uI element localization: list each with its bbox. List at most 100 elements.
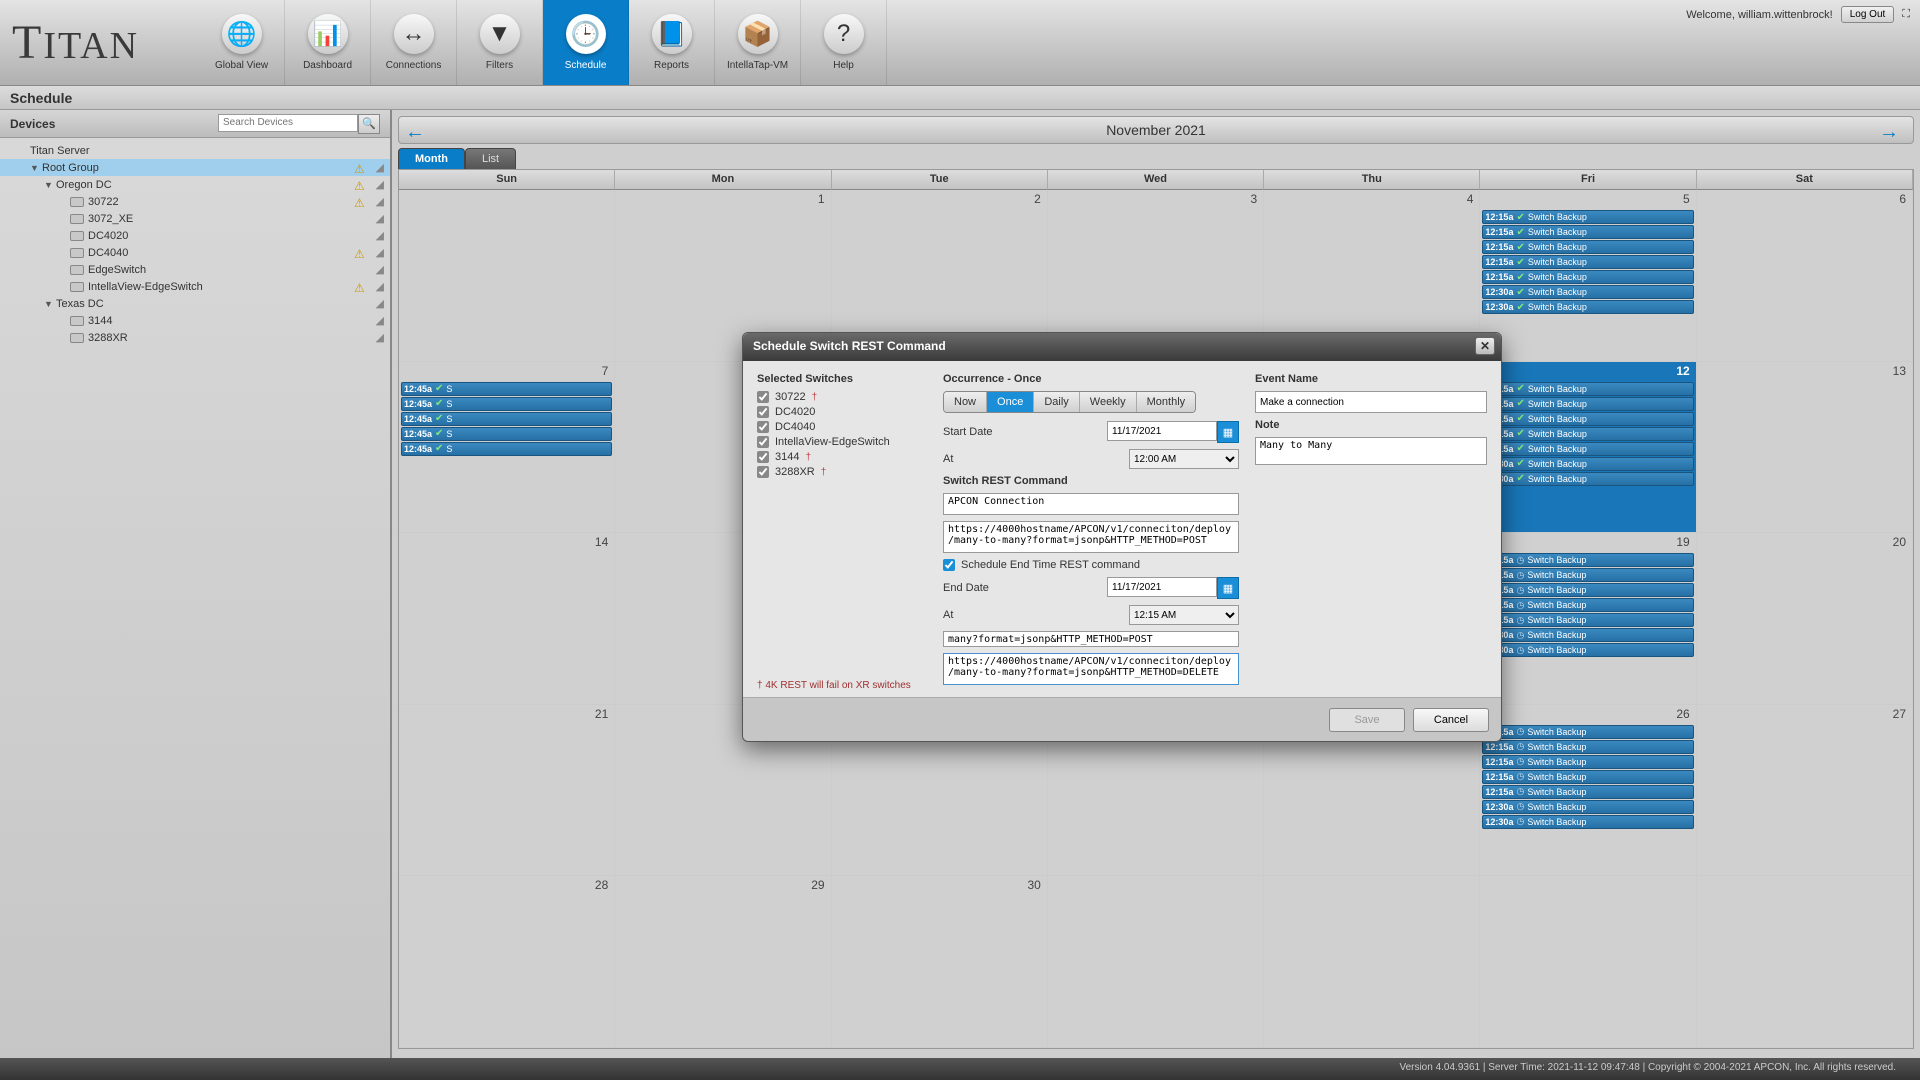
occ-now[interactable]: Now bbox=[944, 392, 987, 412]
calendar-event[interactable]: 12:15a◷Switch Backup bbox=[1482, 613, 1693, 627]
calendar-cell[interactable]: 2612:15a◷Switch Backup12:15a◷Switch Back… bbox=[1480, 705, 1696, 877]
calendar-cell[interactable]: 21 bbox=[399, 705, 615, 877]
calendar-cell[interactable]: 1912:15a◷Switch Backup12:15a◷Switch Back… bbox=[1480, 533, 1696, 705]
start-time-select[interactable]: 12:00 AM bbox=[1129, 449, 1239, 469]
nav-connections[interactable]: ↔Connections bbox=[371, 0, 457, 85]
nav-dashboard[interactable]: 📊Dashboard bbox=[285, 0, 371, 85]
calendar-cell[interactable]: 14 bbox=[399, 533, 615, 705]
tree-item-3288xr[interactable]: 3288XR◢ bbox=[0, 329, 390, 346]
calendar-event[interactable]: 12:15a◷Switch Backup bbox=[1482, 583, 1693, 597]
calendar-event[interactable]: 12:45a✔S bbox=[401, 397, 612, 411]
nav-intellatap-vm[interactable]: 📦IntellaTap-VM bbox=[715, 0, 801, 85]
calendar-cell[interactable]: 28 bbox=[399, 876, 615, 1048]
save-button[interactable]: Save bbox=[1329, 708, 1405, 732]
calendar-event[interactable]: 12:15a✔Switch Backup bbox=[1482, 240, 1693, 254]
switch-checkbox[interactable] bbox=[757, 436, 769, 448]
calendar-event[interactable]: 12:30a◷Switch Backup bbox=[1482, 628, 1693, 642]
tree-item-edgeswitch[interactable]: EdgeSwitch◢ bbox=[0, 261, 390, 278]
end-url-input[interactable]: https://4000hostname/APCON/v1/conneciton… bbox=[943, 653, 1239, 685]
calendar-cell[interactable]: 13 bbox=[1697, 362, 1913, 534]
switch-checkbox[interactable] bbox=[757, 406, 769, 418]
occ-weekly[interactable]: Weekly bbox=[1080, 392, 1137, 412]
switch-checkbox[interactable] bbox=[757, 451, 769, 463]
switch-checkbox[interactable] bbox=[757, 466, 769, 478]
calendar-event[interactable]: 12:15a◷Switch Backup bbox=[1482, 725, 1693, 739]
end-date-picker-icon[interactable]: ▦ bbox=[1217, 577, 1239, 599]
calendar-cell[interactable]: 1212:15a✔Switch Backup12:15a✔Switch Back… bbox=[1480, 362, 1696, 534]
calendar-event[interactable]: 12:15a✔Switch Backup bbox=[1482, 225, 1693, 239]
calendar-event[interactable]: 12:15a✔Switch Backup bbox=[1482, 397, 1693, 411]
rest-url-input[interactable]: https://4000hostname/APCON/v1/conneciton… bbox=[943, 521, 1239, 553]
rest-name-input[interactable]: APCON Connection bbox=[943, 493, 1239, 515]
nav-reports[interactable]: 📘Reports bbox=[629, 0, 715, 85]
schedule-end-checkbox[interactable] bbox=[943, 559, 955, 571]
calendar-event[interactable]: 12:15a◷Switch Backup bbox=[1482, 598, 1693, 612]
calendar-cell[interactable] bbox=[399, 190, 615, 362]
note-input[interactable]: Many to Many bbox=[1255, 437, 1487, 465]
nav-help[interactable]: ?Help bbox=[801, 0, 887, 85]
calendar-event[interactable]: 12:45a✔S bbox=[401, 412, 612, 426]
calendar-event[interactable]: 12:30a✔Switch Backup bbox=[1482, 285, 1693, 299]
calendar-cell[interactable]: 512:15a✔Switch Backup12:15a✔Switch Backu… bbox=[1480, 190, 1696, 362]
calendar-event[interactable]: 12:45a✔S bbox=[401, 382, 612, 396]
tree-item-3072_xe[interactable]: 3072_XE◢ bbox=[0, 210, 390, 227]
cancel-button[interactable]: Cancel bbox=[1413, 708, 1489, 732]
calendar-event[interactable]: 12:15a◷Switch Backup bbox=[1482, 785, 1693, 799]
calendar-event[interactable]: 12:15a✔Switch Backup bbox=[1482, 442, 1693, 456]
expand-icon[interactable]: ⛶ bbox=[1902, 8, 1910, 21]
search-input[interactable] bbox=[218, 114, 358, 132]
calendar-event[interactable]: 12:15a◷Switch Backup bbox=[1482, 568, 1693, 582]
calendar-event[interactable]: 12:30a◷Switch Backup bbox=[1482, 815, 1693, 829]
occ-daily[interactable]: Daily bbox=[1034, 392, 1079, 412]
calendar-event[interactable]: 12:15a◷Switch Backup bbox=[1482, 740, 1693, 754]
calendar-event[interactable]: 12:15a◷Switch Backup bbox=[1482, 755, 1693, 769]
tab-month[interactable]: Month bbox=[398, 148, 465, 169]
calendar-event[interactable]: 12:15a✔Switch Backup bbox=[1482, 412, 1693, 426]
calendar-cell[interactable] bbox=[1264, 876, 1480, 1048]
calendar-event[interactable]: 12:45a✔S bbox=[401, 442, 612, 456]
modal-title-bar[interactable]: Schedule Switch REST Command ✕ bbox=[743, 333, 1501, 361]
tree-item-intellaview-edgeswitch[interactable]: IntellaView-EdgeSwitch⚠◢ bbox=[0, 278, 390, 295]
nav-filters[interactable]: ▼Filters bbox=[457, 0, 543, 85]
close-icon[interactable]: ✕ bbox=[1475, 337, 1495, 355]
calendar-cell[interactable]: 6 bbox=[1697, 190, 1913, 362]
calendar-cell[interactable]: 29 bbox=[615, 876, 831, 1048]
nav-schedule[interactable]: 🕒Schedule bbox=[543, 0, 629, 85]
calendar-cell[interactable]: 27 bbox=[1697, 705, 1913, 877]
calendar-cell[interactable]: 20 bbox=[1697, 533, 1913, 705]
calendar-cell[interactable] bbox=[1480, 876, 1696, 1048]
calendar-event[interactable]: 12:30a◷Switch Backup bbox=[1482, 800, 1693, 814]
calendar-event[interactable]: 12:15a✔Switch Backup bbox=[1482, 427, 1693, 441]
calendar-cell[interactable]: 30 bbox=[832, 876, 1048, 1048]
tree-item-30722[interactable]: 30722⚠◢ bbox=[0, 193, 390, 210]
event-name-input[interactable] bbox=[1255, 391, 1487, 413]
calendar-event[interactable]: 12:15a✔Switch Backup bbox=[1482, 382, 1693, 396]
calendar-event[interactable]: 12:15a✔Switch Backup bbox=[1482, 270, 1693, 284]
tree-item-root-group[interactable]: ▼Root Group⚠◢ bbox=[0, 159, 390, 176]
calendar-event[interactable]: 12:30a✔Switch Backup bbox=[1482, 300, 1693, 314]
calendar-cell[interactable]: 712:45a✔S12:45a✔S12:45a✔S12:45a✔S12:45a✔… bbox=[399, 362, 615, 534]
logout-button[interactable]: Log Out bbox=[1841, 6, 1895, 23]
tree-item-texas-dc[interactable]: ▼Texas DC◢ bbox=[0, 295, 390, 312]
prev-month-button[interactable]: ← bbox=[405, 121, 433, 141]
start-date-input[interactable] bbox=[1107, 421, 1217, 441]
calendar-event[interactable]: 12:30a◷Switch Backup bbox=[1482, 643, 1693, 657]
calendar-cell[interactable] bbox=[1697, 876, 1913, 1048]
start-date-picker-icon[interactable]: ▦ bbox=[1217, 421, 1239, 443]
end-date-input[interactable] bbox=[1107, 577, 1217, 597]
next-month-button[interactable]: → bbox=[1879, 121, 1907, 141]
tree-item-oregon-dc[interactable]: ▼Oregon DC⚠◢ bbox=[0, 176, 390, 193]
tree-item-titan-server[interactable]: Titan Server bbox=[0, 142, 390, 159]
switch-checkbox[interactable] bbox=[757, 391, 769, 403]
tree-item-3144[interactable]: 3144◢ bbox=[0, 312, 390, 329]
calendar-event[interactable]: 12:15a◷Switch Backup bbox=[1482, 553, 1693, 567]
calendar-event[interactable]: 12:30a✔Switch Backup bbox=[1482, 472, 1693, 486]
search-button[interactable]: 🔍 bbox=[358, 114, 380, 134]
tree-item-dc4040[interactable]: DC4040⚠◢ bbox=[0, 244, 390, 261]
calendar-event[interactable]: 12:15a◷Switch Backup bbox=[1482, 770, 1693, 784]
nav-global-view[interactable]: 🌐Global View bbox=[199, 0, 285, 85]
tab-list[interactable]: List bbox=[465, 148, 516, 169]
occ-monthly[interactable]: Monthly bbox=[1137, 392, 1196, 412]
calendar-cell[interactable] bbox=[1048, 876, 1264, 1048]
calendar-event[interactable]: 12:15a✔Switch Backup bbox=[1482, 255, 1693, 269]
